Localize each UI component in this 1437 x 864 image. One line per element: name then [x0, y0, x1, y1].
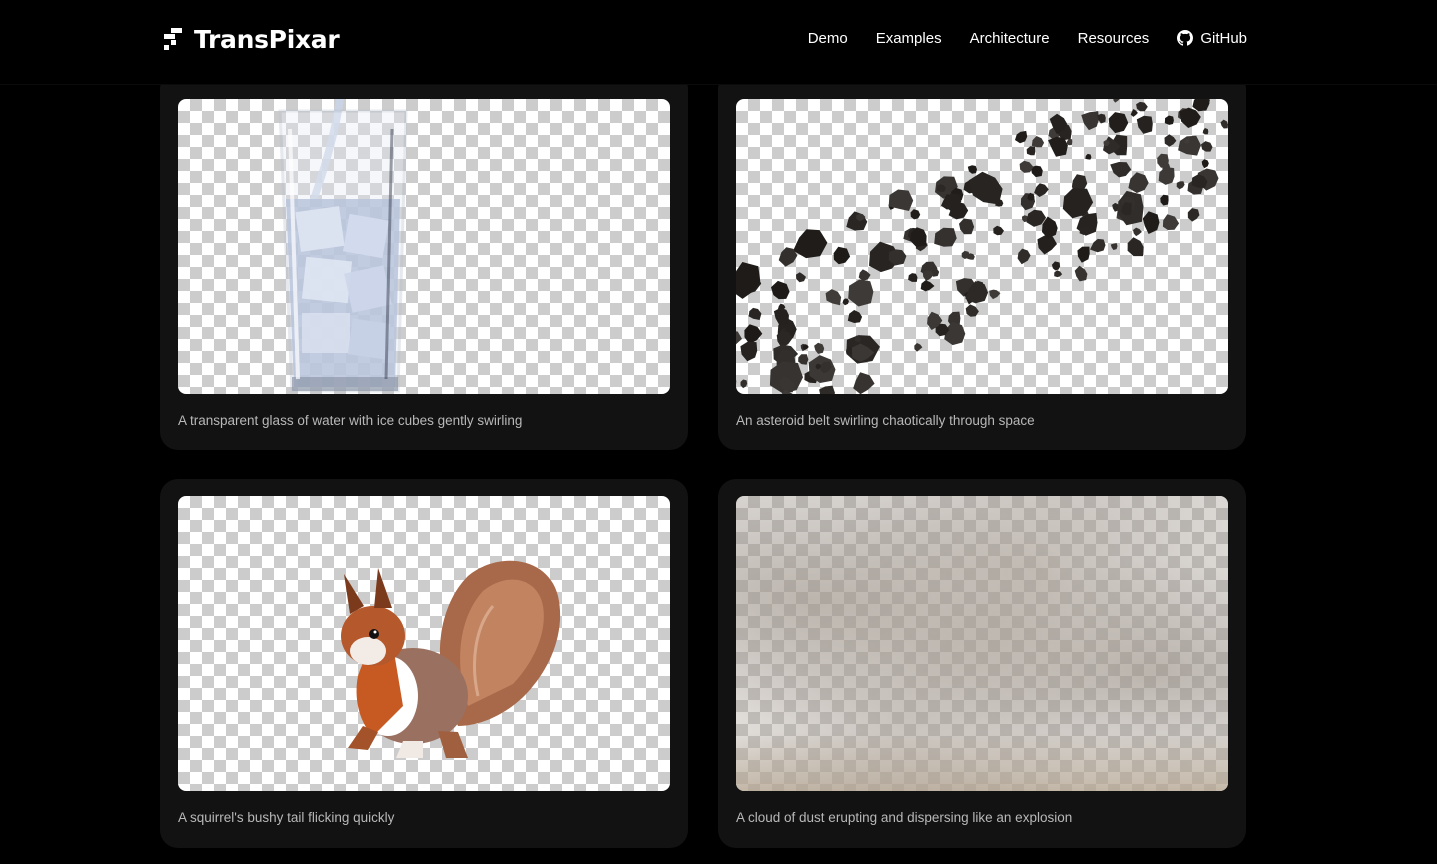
example-card: An asteroid belt swirling chaotically th…: [718, 82, 1246, 450]
example-caption: An asteroid belt swirling chaotically th…: [736, 413, 1035, 428]
brand-logo[interactable]: TransPixar: [162, 22, 340, 56]
example-video-glass[interactable]: [178, 99, 670, 394]
example-card: A cloud of dust erupting and dispersing …: [718, 479, 1246, 848]
page: TransPixar Demo Examples Architecture Re…: [0, 0, 1437, 864]
example-caption: A cloud of dust erupting and dispersing …: [736, 810, 1073, 825]
nav-github[interactable]: GitHub: [1177, 30, 1247, 47]
nav-architecture[interactable]: Architecture: [970, 30, 1050, 47]
nav-demo[interactable]: Demo: [808, 30, 848, 47]
example-card: A transparent glass of water with ice cu…: [160, 82, 688, 450]
example-caption: A squirrel's bushy tail flicking quickly: [178, 810, 395, 825]
asteroid-belt-illustration: [736, 99, 1228, 394]
example-card: A squirrel's bushy tail flicking quickly: [160, 479, 688, 848]
example-video-squirrel[interactable]: [178, 496, 670, 791]
example-caption: A transparent glass of water with ice cu…: [178, 413, 523, 428]
nav-github-label: GitHub: [1200, 29, 1247, 47]
github-icon: [1177, 30, 1194, 46]
site-header: TransPixar Demo Examples Architecture Re…: [0, 0, 1437, 85]
example-video-asteroids[interactable]: [736, 99, 1228, 394]
transpixar-logo-icon: [162, 27, 184, 51]
brand-name: TransPixar: [194, 24, 340, 54]
glass-of-water-illustration: [278, 99, 408, 393]
nav-examples[interactable]: Examples: [876, 30, 942, 47]
example-video-dust[interactable]: [736, 496, 1228, 791]
main-nav: Demo Examples Architecture Resources Git…: [808, 26, 1247, 50]
squirrel-illustration: [341, 560, 561, 758]
nav-resources[interactable]: Resources: [1078, 30, 1150, 47]
